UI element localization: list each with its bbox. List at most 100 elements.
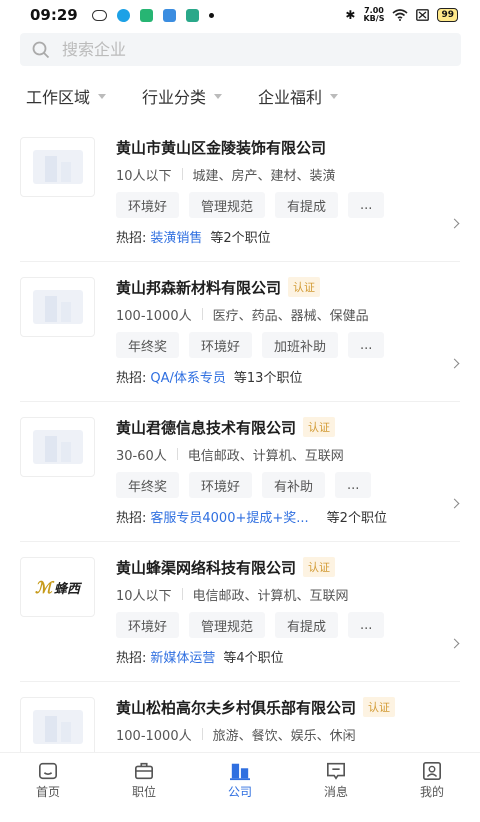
divider bbox=[201, 728, 203, 740]
company-card[interactable]: ℳ 蜂西 黄山蜂渠网络科技有限公司 认证 10人以下 电信邮政、计算机、互联网 … bbox=[20, 542, 460, 682]
company-card[interactable]: 黄山邦森新材料有限公司 认证 100-1000人 医疗、药品、器械、保健品 年终… bbox=[20, 262, 460, 402]
status-bar: 09:29 ✱ 7.00 KB/S 99 bbox=[0, 0, 480, 30]
company-name: 黄山君德信息技术有限公司 bbox=[116, 418, 297, 437]
profile-icon bbox=[423, 762, 441, 780]
verified-badge: 认证 bbox=[303, 557, 336, 577]
benefit-tag: 加班补助 bbox=[262, 332, 339, 358]
more-tags: ... bbox=[348, 612, 385, 638]
hot-job-link[interactable]: 装潢销售 bbox=[150, 227, 202, 246]
hot-job-link[interactable]: 客服专员4000+提成+奖... bbox=[150, 507, 308, 526]
company-logo bbox=[20, 417, 95, 477]
search-input[interactable] bbox=[62, 40, 442, 59]
benefit-tag: 环境好 bbox=[189, 332, 253, 358]
company-card[interactable]: 黄山君德信息技术有限公司 认证 30-60人 电信邮政、计算机、互联网 年终奖 … bbox=[20, 402, 460, 542]
status-time: 09:29 bbox=[30, 6, 78, 24]
company-name: 黄山市黄山区金陵装饰有限公司 bbox=[116, 138, 327, 157]
more-tags: ... bbox=[335, 472, 372, 498]
tab-company[interactable]: 公司 bbox=[192, 753, 288, 800]
verified-badge: 认证 bbox=[288, 277, 321, 297]
hot-jobs-count: 等2个职位 bbox=[210, 230, 271, 246]
hot-jobs-label: 热招: bbox=[116, 370, 147, 386]
company-name: 黄山松柏高尔夫乡村俱乐部有限公司 bbox=[116, 698, 357, 717]
caret-down-icon bbox=[98, 93, 107, 99]
hot-jobs-label: 热招: bbox=[116, 230, 147, 246]
benefit-tag: 有提成 bbox=[275, 612, 339, 638]
filter-work-area[interactable]: 工作区域 bbox=[26, 84, 107, 108]
filter-label: 企业福利 bbox=[258, 88, 323, 107]
notification-app-icon bbox=[185, 8, 199, 22]
company-industry: 电信邮政、计算机、互联网 bbox=[187, 448, 344, 464]
bluetooth-icon: ✱ bbox=[345, 8, 356, 22]
battery-icon: 99 bbox=[437, 8, 458, 22]
filter-label: 工作区域 bbox=[26, 88, 91, 107]
benefit-tag: 管理规范 bbox=[189, 192, 266, 218]
building-placeholder-icon bbox=[32, 430, 83, 464]
more-tags: ... bbox=[348, 332, 385, 358]
benefit-tag: 环境好 bbox=[116, 612, 180, 638]
hot-jobs-count: 等4个职位 bbox=[223, 650, 284, 666]
hot-jobs-label: 热招: bbox=[116, 510, 147, 526]
company-industry: 旅游、餐饮、娱乐、休闲 bbox=[212, 728, 356, 744]
company-size: 10人以下 bbox=[116, 168, 172, 184]
tab-messages[interactable]: 消息 bbox=[288, 753, 384, 800]
benefit-tag: 有提成 bbox=[275, 192, 339, 218]
more-tags: ... bbox=[348, 192, 385, 218]
benefit-tag: 年终奖 bbox=[116, 332, 180, 358]
company-list: 黄山市黄山区金陵装饰有限公司 10人以下 城建、房产、建材、装潢 环境好 管理规… bbox=[0, 122, 480, 822]
company-logo bbox=[20, 697, 95, 757]
bee-logo-icon: ℳ bbox=[34, 577, 53, 597]
hot-jobs-label: 热招: bbox=[116, 650, 147, 666]
fengqu-brand-logo: ℳ 蜂西 bbox=[35, 578, 80, 597]
filter-label: 行业分类 bbox=[142, 88, 207, 107]
benefit-tag: 年终奖 bbox=[116, 472, 180, 498]
company-size: 30-60人 bbox=[116, 448, 167, 464]
notification-app-icon bbox=[162, 8, 176, 22]
filter-bar: 工作区域 行业分类 企业福利 bbox=[0, 80, 480, 112]
company-card[interactable]: 黄山市黄山区金陵装饰有限公司 10人以下 城建、房产、建材、装潢 环境好 管理规… bbox=[20, 122, 460, 262]
building-icon bbox=[230, 763, 250, 781]
company-size: 100-1000人 bbox=[116, 308, 192, 324]
company-industry: 城建、房产、建材、装潢 bbox=[192, 168, 336, 184]
network-speed: 7.00 KB/S bbox=[363, 7, 384, 23]
search-bar[interactable] bbox=[20, 33, 461, 66]
benefit-tag: 管理规范 bbox=[189, 612, 266, 638]
building-placeholder-icon bbox=[32, 290, 83, 324]
divider bbox=[201, 308, 203, 320]
wifi-icon bbox=[392, 9, 408, 21]
notification-app-icon bbox=[116, 8, 130, 22]
more-notifications-dot bbox=[208, 12, 214, 18]
company-industry: 医疗、药品、器械、保健品 bbox=[212, 308, 369, 324]
hot-jobs-count: 等13个职位 bbox=[233, 370, 303, 386]
verified-badge: 认证 bbox=[303, 417, 336, 437]
tab-profile[interactable]: 我的 bbox=[384, 753, 480, 800]
hot-jobs-count: 等2个职位 bbox=[326, 510, 387, 526]
tab-label: 我的 bbox=[419, 785, 444, 799]
building-placeholder-icon bbox=[32, 710, 83, 744]
tab-label: 首页 bbox=[35, 785, 60, 799]
hot-job-link[interactable]: 新媒体运营 bbox=[150, 647, 215, 666]
notification-cloud-icon bbox=[91, 9, 107, 21]
verified-badge: 认证 bbox=[363, 697, 396, 717]
caret-down-icon bbox=[214, 93, 223, 99]
caret-down-icon bbox=[330, 93, 339, 99]
sim-card-icon bbox=[416, 9, 430, 21]
tab-label: 职位 bbox=[131, 785, 156, 799]
briefcase-icon bbox=[135, 762, 153, 780]
tab-label: 消息 bbox=[323, 785, 348, 799]
company-name: 黄山蜂渠网络科技有限公司 bbox=[116, 558, 297, 577]
notification-app-icon bbox=[139, 8, 153, 22]
message-icon bbox=[327, 762, 345, 780]
divider bbox=[176, 448, 178, 460]
company-industry: 电信邮政、计算机、互联网 bbox=[192, 588, 349, 604]
building-placeholder-icon bbox=[32, 150, 83, 184]
hot-job-link[interactable]: QA/体系专员 bbox=[150, 367, 226, 386]
benefit-tag: 环境好 bbox=[189, 472, 253, 498]
network-speed-unit: KB/S bbox=[363, 14, 385, 23]
tab-jobs[interactable]: 职位 bbox=[96, 753, 192, 800]
filter-benefits[interactable]: 企业福利 bbox=[258, 84, 339, 108]
benefit-tag: 有补助 bbox=[262, 472, 326, 498]
search-icon bbox=[32, 41, 50, 58]
tab-home[interactable]: 首页 bbox=[0, 753, 96, 800]
filter-industry[interactable]: 行业分类 bbox=[142, 84, 223, 108]
company-logo bbox=[20, 137, 95, 197]
